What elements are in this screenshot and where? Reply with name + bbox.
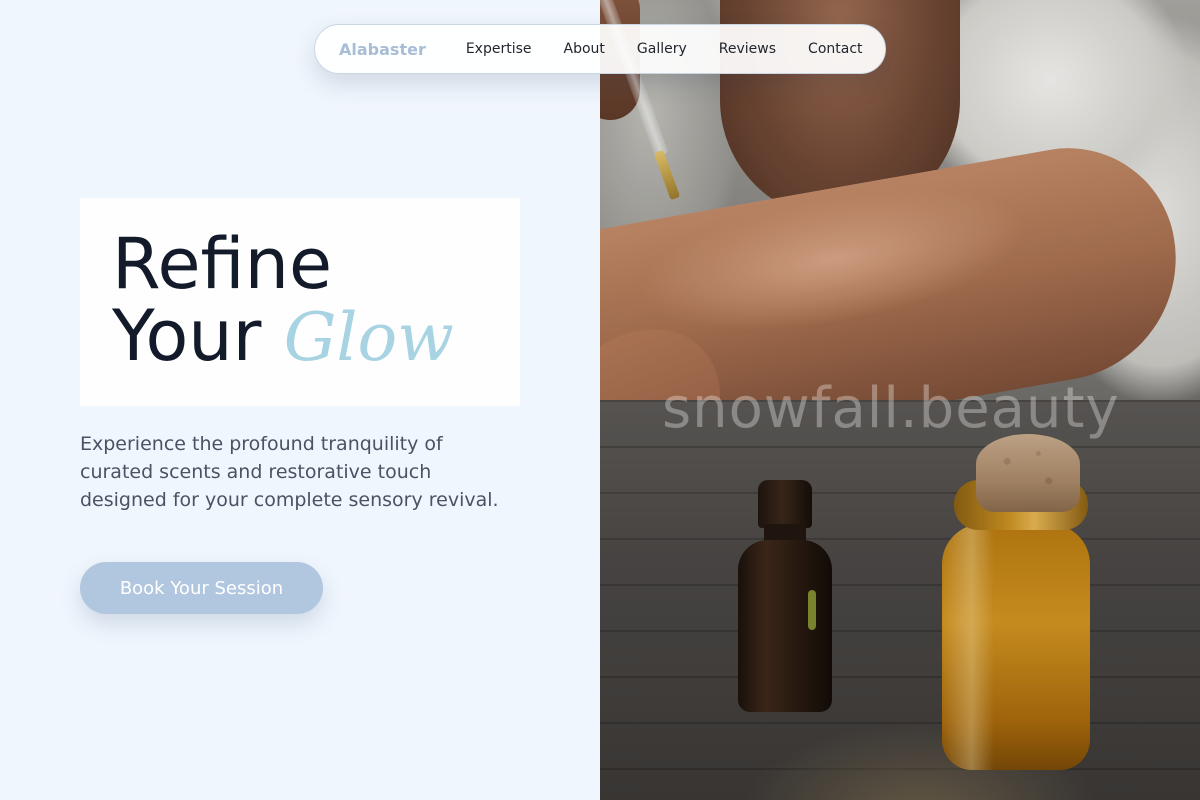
headline-accent: Glow [283, 299, 454, 376]
nav-link-about[interactable]: About [564, 41, 605, 57]
headline-line-2: Your [112, 295, 262, 377]
headline-line-1: Refine [112, 223, 333, 305]
hero-headline: Refine Your Glow [112, 228, 520, 374]
nav-link-contact[interactable]: Contact [808, 41, 862, 57]
watermark: snowfall.beauty [662, 376, 1120, 441]
hero-description: Experience the profound tranquility of c… [80, 433, 499, 511]
headline-card: Refine Your Glow [80, 198, 520, 406]
brand-logo[interactable]: Alabaster [339, 40, 426, 59]
nav-link-gallery[interactable]: Gallery [637, 41, 687, 57]
nav-link-expertise[interactable]: Expertise [466, 41, 532, 57]
top-navigation: Alabaster Expertise About Gallery Review… [314, 24, 886, 74]
nav-link-reviews[interactable]: Reviews [719, 41, 776, 57]
book-session-button[interactable]: Book Your Session [80, 562, 323, 614]
